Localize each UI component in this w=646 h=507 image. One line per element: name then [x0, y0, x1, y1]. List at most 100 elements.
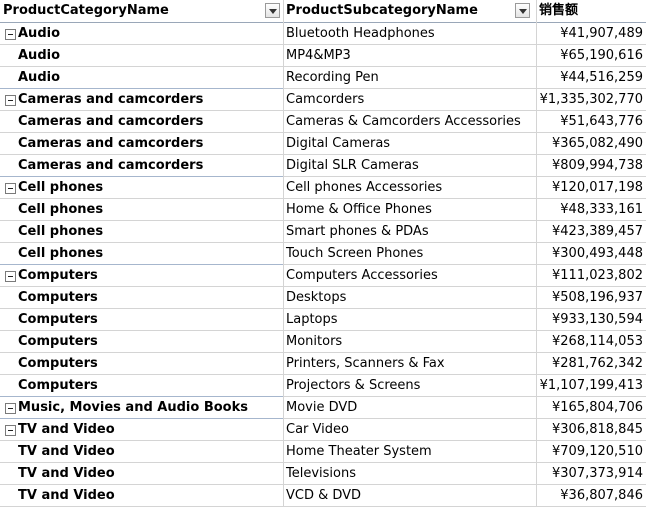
- subcategory-cell[interactable]: MP4&MP3: [283, 45, 536, 67]
- sales-cell[interactable]: ¥36,807,846: [536, 485, 646, 507]
- subcategory-cell[interactable]: Smart phones & PDAs: [283, 221, 536, 243]
- table-row[interactable]: Cameras and camcorders Camcorders ¥1,335,3…: [0, 89, 646, 111]
- category-cell[interactable]: Cell phones: [0, 177, 283, 199]
- category-cell[interactable]: Computers: [0, 353, 283, 375]
- category-cell[interactable]: TV and Video: [0, 485, 283, 507]
- table-row[interactable]: TV and Video VCD & DVD ¥36,807,846: [0, 485, 646, 507]
- table-row[interactable]: Audio MP4&MP3 ¥65,190,616: [0, 45, 646, 67]
- category-cell[interactable]: Cell phones: [0, 199, 283, 221]
- subcategory-cell[interactable]: Home & Office Phones: [283, 199, 536, 221]
- sales-cell[interactable]: ¥365,082,490: [536, 133, 646, 155]
- subcategory-cell[interactable]: Digital Cameras: [283, 133, 536, 155]
- collapse-toggle-icon[interactable]: [5, 403, 16, 414]
- category-filter-dropdown-icon[interactable]: [265, 3, 280, 18]
- table-row[interactable]: Cameras and camcorders Cameras & Camcorde…: [0, 111, 646, 133]
- sales-cell[interactable]: ¥1,335,302,770: [536, 89, 646, 111]
- collapse-toggle-icon[interactable]: [5, 95, 16, 106]
- category-cell[interactable]: Cameras and camcorders: [0, 89, 283, 111]
- subcategory-cell[interactable]: Recording Pen: [283, 67, 536, 89]
- subcategory-cell[interactable]: Printers, Scanners & Fax: [283, 353, 536, 375]
- column-header-label: ProductCategoryName: [3, 3, 169, 18]
- category-cell[interactable]: Cameras and camcorders: [0, 155, 283, 177]
- table-row[interactable]: TV and Video Televisions ¥307,373,914: [0, 463, 646, 485]
- sales-cell[interactable]: ¥307,373,914: [536, 463, 646, 485]
- subcategory-cell[interactable]: Digital SLR Cameras: [283, 155, 536, 177]
- category-cell[interactable]: Audio: [0, 45, 283, 67]
- subcategory-cell[interactable]: Bluetooth Headphones: [283, 23, 536, 45]
- subcategory-cell[interactable]: VCD & DVD: [283, 485, 536, 507]
- sales-cell[interactable]: ¥809,994,738: [536, 155, 646, 177]
- table-row[interactable]: Computers Laptops ¥933,130,594: [0, 309, 646, 331]
- sales-cell[interactable]: ¥1,107,199,413: [536, 375, 646, 397]
- sales-cell[interactable]: ¥165,804,706: [536, 397, 646, 419]
- subcategory-cell[interactable]: Camcorders: [283, 89, 536, 111]
- subcategory-cell[interactable]: Home Theater System: [283, 441, 536, 463]
- column-header-sales[interactable]: 销售额: [536, 0, 646, 22]
- category-cell[interactable]: Computers: [0, 375, 283, 397]
- subcategory-cell[interactable]: Laptops: [283, 309, 536, 331]
- subcategory-cell[interactable]: Movie DVD: [283, 397, 536, 419]
- sales-cell[interactable]: ¥281,762,342: [536, 353, 646, 375]
- sales-cell[interactable]: ¥268,114,053: [536, 331, 646, 353]
- subcategory-cell[interactable]: Car Video: [283, 419, 536, 441]
- table-row[interactable]: Computers Desktops ¥508,196,937: [0, 287, 646, 309]
- category-cell[interactable]: Audio: [0, 23, 283, 45]
- category-cell[interactable]: Computers: [0, 331, 283, 353]
- table-row[interactable]: Cell phones Smart phones & PDAs ¥423,389,4…: [0, 221, 646, 243]
- category-cell[interactable]: Computers: [0, 309, 283, 331]
- subcategory-cell[interactable]: Projectors & Screens: [283, 375, 536, 397]
- table-row[interactable]: Cell phones Touch Screen Phones ¥300,493,4…: [0, 243, 646, 265]
- sales-cell[interactable]: ¥709,120,510: [536, 441, 646, 463]
- sales-cell[interactable]: ¥51,643,776: [536, 111, 646, 133]
- collapse-toggle-icon[interactable]: [5, 425, 16, 436]
- category-cell[interactable]: Cameras and camcorders: [0, 111, 283, 133]
- category-cell[interactable]: Audio: [0, 67, 283, 89]
- table-row[interactable]: Cell phones Home & Office Phones ¥48,333,1…: [0, 199, 646, 221]
- sales-cell[interactable]: ¥48,333,161: [536, 199, 646, 221]
- sales-cell[interactable]: ¥44,516,259: [536, 67, 646, 89]
- category-cell[interactable]: TV and Video: [0, 463, 283, 485]
- table-row[interactable]: Cell phones Cell phones Accessories ¥120,0…: [0, 177, 646, 199]
- table-row[interactable]: Cameras and camcorders Digital SLR Camera…: [0, 155, 646, 177]
- sales-cell[interactable]: ¥423,389,457: [536, 221, 646, 243]
- category-cell[interactable]: Music, Movies and Audio Books: [0, 397, 283, 419]
- collapse-toggle-icon[interactable]: [5, 271, 16, 282]
- sales-cell[interactable]: ¥933,130,594: [536, 309, 646, 331]
- table-row[interactable]: Computers Monitors ¥268,114,053: [0, 331, 646, 353]
- category-cell[interactable]: Cameras and camcorders: [0, 133, 283, 155]
- table-row[interactable]: Audio Recording Pen ¥44,516,259: [0, 67, 646, 89]
- table-row[interactable]: TV and Video Home Theater System ¥709,120,…: [0, 441, 646, 463]
- sales-cell[interactable]: ¥306,818,845: [536, 419, 646, 441]
- category-cell[interactable]: TV and Video: [0, 419, 283, 441]
- table-row[interactable]: TV and Video Car Video ¥306,818,845: [0, 419, 646, 441]
- sales-cell[interactable]: ¥300,493,448: [536, 243, 646, 265]
- sales-cell[interactable]: ¥41,907,489: [536, 23, 646, 45]
- subcategory-cell[interactable]: Touch Screen Phones: [283, 243, 536, 265]
- subcategory-cell[interactable]: Desktops: [283, 287, 536, 309]
- sales-cell[interactable]: ¥120,017,198: [536, 177, 646, 199]
- category-cell[interactable]: Computers: [0, 287, 283, 309]
- subcategory-filter-dropdown-icon[interactable]: [515, 3, 530, 18]
- category-cell[interactable]: Cell phones: [0, 221, 283, 243]
- subcategory-cell[interactable]: Televisions: [283, 463, 536, 485]
- column-header-subcategory[interactable]: ProductSubcategoryName: [283, 0, 536, 22]
- table-row[interactable]: Audio Bluetooth Headphones ¥41,907,489: [0, 23, 646, 45]
- sales-cell[interactable]: ¥65,190,616: [536, 45, 646, 67]
- sales-cell[interactable]: ¥508,196,937: [536, 287, 646, 309]
- collapse-toggle-icon[interactable]: [5, 183, 16, 194]
- table-row[interactable]: Music, Movies and Audio Books Movie DVD ¥1…: [0, 397, 646, 419]
- category-cell[interactable]: Cell phones: [0, 243, 283, 265]
- table-row[interactable]: Computers Computers Accessories ¥111,023,8…: [0, 265, 646, 287]
- subcategory-cell[interactable]: Cell phones Accessories: [283, 177, 536, 199]
- category-cell[interactable]: TV and Video: [0, 441, 283, 463]
- subcategory-cell[interactable]: Cameras & Camcorders Accessories: [283, 111, 536, 133]
- subcategory-cell[interactable]: Computers Accessories: [283, 265, 536, 287]
- column-header-category[interactable]: ProductCategoryName: [0, 0, 283, 22]
- table-row[interactable]: Computers Projectors & Screens ¥1,107,199,…: [0, 375, 646, 397]
- sales-cell[interactable]: ¥111,023,802: [536, 265, 646, 287]
- table-row[interactable]: Cameras and camcorders Digital Cameras ¥36…: [0, 133, 646, 155]
- table-row[interactable]: Computers Printers, Scanners & Fax ¥281,76…: [0, 353, 646, 375]
- collapse-toggle-icon[interactable]: [5, 29, 16, 40]
- subcategory-cell[interactable]: Monitors: [283, 331, 536, 353]
- category-cell[interactable]: Computers: [0, 265, 283, 287]
